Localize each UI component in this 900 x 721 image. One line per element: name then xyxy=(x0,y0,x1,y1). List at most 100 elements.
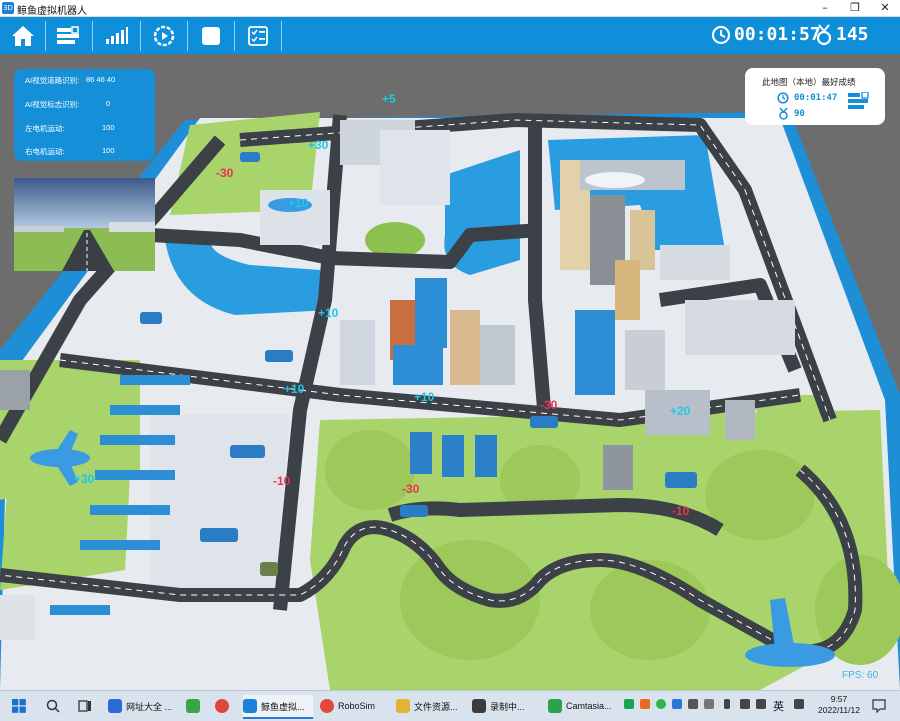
taskbar-app-recorder[interactable]: 录制中... xyxy=(472,695,542,717)
checklist-button[interactable] xyxy=(237,19,279,53)
signal-icon xyxy=(106,27,128,44)
wechat-tray-icon[interactable] xyxy=(656,699,666,709)
network-tray-icon[interactable] xyxy=(740,699,750,709)
map-marker: -10 xyxy=(672,504,690,518)
medal-icon xyxy=(816,24,832,46)
toolbar-divider xyxy=(234,21,235,51)
right-motor-value: 100 xyxy=(102,146,115,155)
taskbar-app-green[interactable] xyxy=(186,695,208,717)
windows-start-icon[interactable] xyxy=(12,699,26,713)
medal-icon xyxy=(779,107,788,120)
toolbar-divider xyxy=(92,21,93,51)
close-button[interactable]: ✕ xyxy=(870,0,900,16)
tray-icon[interactable] xyxy=(688,699,698,709)
map-marker: -30 xyxy=(402,482,420,496)
minimize-button[interactable]: – xyxy=(810,0,840,16)
ai-road-value: 86 46 40 xyxy=(86,75,116,84)
ship xyxy=(585,172,645,188)
leaderboard-icon[interactable] xyxy=(847,92,871,110)
taskbar-app-label: Camtasia... xyxy=(566,701,612,711)
browser-icon xyxy=(108,699,122,713)
robot-camera-view xyxy=(14,178,155,271)
toolbar-divider xyxy=(187,21,188,51)
home-button[interactable] xyxy=(2,19,44,53)
task-view-icon[interactable] xyxy=(78,699,92,713)
map-marker: -10 xyxy=(273,474,291,488)
ai-sign-value: 0 xyxy=(106,99,111,108)
ai-sensor-panel: AI视觉道路识别: 86 46 40 AI视觉标志识别: 0 左电机运动: 10… xyxy=(14,69,155,161)
restore-button[interactable]: ❐ xyxy=(840,0,870,16)
map-marker: -30 xyxy=(216,166,234,180)
play-gear-icon xyxy=(153,25,175,47)
map-marker: +5 xyxy=(382,92,396,106)
taskbar-app-explorer[interactable]: 文件资源... xyxy=(396,695,466,717)
clock-icon xyxy=(711,25,731,45)
progress-button[interactable] xyxy=(48,19,90,53)
robosim-icon xyxy=(320,699,334,713)
ai-sign-label: AI视觉标志识别: xyxy=(25,100,80,109)
left-motor-label: 左电机运动: xyxy=(25,124,65,133)
home-icon xyxy=(12,26,34,46)
elapsed-timer: 00:01:57 xyxy=(734,24,821,45)
window-titlebar: 3D 鲸鱼虚拟机器人 – ❐ ✕ xyxy=(0,0,900,17)
stop-button[interactable] xyxy=(190,19,232,53)
toolbar-divider xyxy=(45,21,46,51)
chrome-icon xyxy=(215,699,229,713)
volume-tray-icon[interactable] xyxy=(756,699,766,709)
app-icon xyxy=(186,699,200,713)
left-motor-value: 100 xyxy=(102,123,115,132)
taskbar-app-chrome[interactable] xyxy=(215,695,237,717)
best-coins: 90 xyxy=(794,109,805,119)
toolbar-divider xyxy=(281,21,282,51)
taskbar-app-label: 网址大全 ... xyxy=(126,701,173,712)
search-icon[interactable] xyxy=(46,699,60,713)
folder-icon xyxy=(396,699,410,713)
main-toolbar: 00:01:57 145 xyxy=(0,17,900,54)
map-marker: +30 xyxy=(308,138,329,152)
taskbar-clock[interactable]: 9:57 2022/11/12 xyxy=(812,694,866,716)
map-marker: +10 xyxy=(284,382,305,396)
clock-icon xyxy=(777,92,789,104)
taskbar-app-label: RoboSim xyxy=(338,701,376,711)
progress-bars-icon xyxy=(57,26,79,44)
tray-icon[interactable] xyxy=(794,699,804,709)
usb-tray-icon[interactable] xyxy=(704,699,714,709)
ai-road-label: AI视觉道路识别: xyxy=(25,76,80,85)
taskbar-app-browser[interactable]: 网址大全 ... xyxy=(108,695,180,717)
clock-date: 2022/11/12 xyxy=(818,705,860,715)
notification-icon[interactable] xyxy=(872,699,886,713)
best-score-panel: 此地图（本地）最好成绩 00:01:47 90 xyxy=(745,68,885,125)
right-motor-label: 右电机运动: xyxy=(25,147,65,156)
tray-icon[interactable] xyxy=(672,699,682,709)
os-taskbar: 网址大全 ... 鲸鱼虚拟... RoboSim 文件资源... 录制中... … xyxy=(0,690,900,721)
taskbar-app-camtasia[interactable]: Camtasia... xyxy=(548,695,620,717)
map-marker: +20 xyxy=(670,404,691,418)
map-marker: +10 xyxy=(288,196,309,210)
fps-counter: FPS: 60 xyxy=(842,670,879,681)
best-time: 00:01:47 xyxy=(794,93,838,103)
map-marker: -30 xyxy=(540,398,558,412)
best-score-heading: 此地图（本地）最好成绩 xyxy=(762,77,856,87)
ime-indicator[interactable]: 英 xyxy=(773,698,784,714)
microphone-tray-icon[interactable] xyxy=(724,699,730,709)
checklist-icon xyxy=(248,26,268,46)
camtasia-icon xyxy=(548,699,562,713)
window-title: 鲸鱼虚拟机器人 xyxy=(17,6,87,17)
tray-icon[interactable] xyxy=(624,699,634,709)
coin-counter: 145 xyxy=(836,24,869,45)
taskbar-app-robosim[interactable]: RoboSim xyxy=(320,695,390,717)
map-marker: +10 xyxy=(318,306,339,320)
toolbar-divider xyxy=(140,21,141,51)
robot-app-icon xyxy=(243,699,257,713)
signal-button[interactable] xyxy=(96,19,138,53)
taskbar-app-label: 文件资源... xyxy=(414,701,458,712)
app-icon: 3D xyxy=(2,2,14,14)
tray-icon[interactable] xyxy=(640,699,650,709)
run-settings-button[interactable] xyxy=(143,19,185,53)
hill xyxy=(325,430,415,510)
map-marker: +10 xyxy=(414,390,435,404)
clock-time: 9:57 xyxy=(830,694,848,704)
stop-square-icon xyxy=(202,27,220,45)
taskbar-app-robot-sim[interactable]: 鲸鱼虚拟... xyxy=(243,695,313,719)
taskbar-app-label: 录制中... xyxy=(490,701,525,712)
